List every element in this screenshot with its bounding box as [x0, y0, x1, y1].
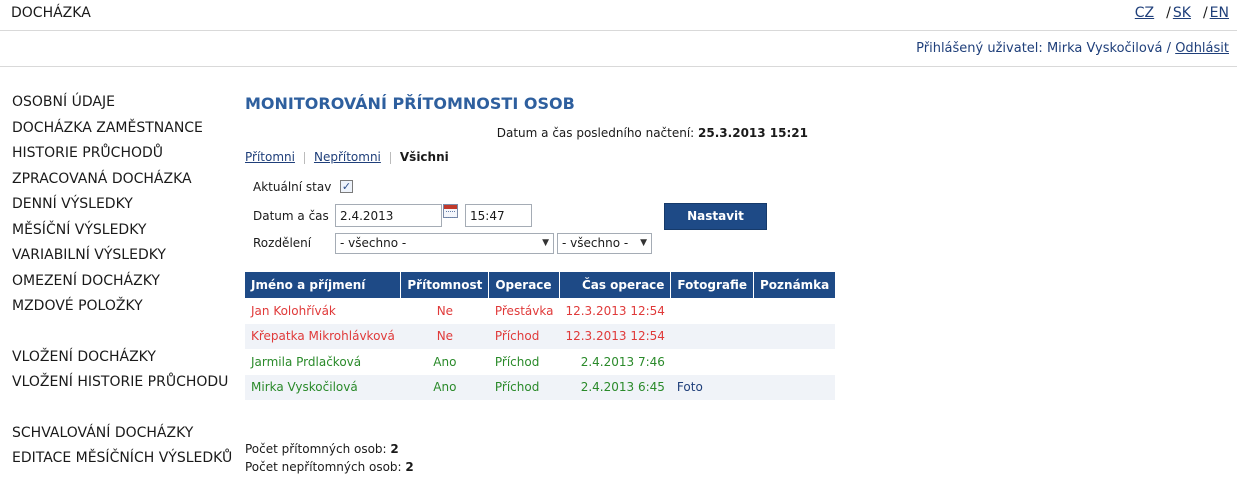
sidebar-item-vlozeni-dochazky[interactable]: VLOŽENÍ DOCHÁZKY [12, 345, 232, 371]
sidebar-item-historie-pruchodu[interactable]: HISTORIE PRŮCHODŮ [12, 141, 232, 167]
cell-photo [671, 349, 754, 375]
sidebar-item-zpracovana-dochazka[interactable]: ZPRACOVANÁ DOCHÁZKA [12, 167, 232, 193]
user-info: Přihlášený uživatel: Mirka Vyskočilová /… [916, 41, 1229, 56]
absent-count-line: Počet nepřítomných osob: 2 [245, 458, 414, 476]
filter-tabs: Přítomni Nepřítomni Všichni [245, 150, 449, 164]
column-header-presence[interactable]: Přítomnost [400, 272, 490, 298]
photo-link[interactable]: Foto [677, 380, 703, 394]
last-load-label: Datum a čas posledního načtení: [496, 126, 695, 140]
user-label: Přihlášený uživatel: [916, 41, 1043, 56]
sidebar-item-editace-mesicnich-vysledku[interactable]: EDITACE MĚSÍČNÍCH VÝSLEDKŮ [12, 446, 232, 472]
sidebar-nav: OSOBNÍ ÚDAJE DOCHÁZKA ZAMĚSTNANCE HISTOR… [12, 90, 232, 472]
page-title: MONITOROVÁNÍ PŘÍTOMNOSTI OSOB [245, 94, 575, 113]
presence-table: Jméno a příjmení Přítomnost Operace Čas … [245, 272, 836, 400]
cell-operation: Příchod [488, 323, 560, 349]
tab-pritomni[interactable]: Přítomni [245, 150, 295, 164]
cell-name: Křepatka Mikrohlávková [245, 323, 401, 349]
table-header-row: Jméno a příjmení Přítomnost Operace Čas … [245, 272, 836, 298]
time-input[interactable] [465, 204, 532, 227]
present-count-value: 2 [390, 442, 399, 456]
current-state-label: Aktuální stav [253, 180, 332, 194]
sidebar-item-mesicni-vysledky[interactable]: MĚSÍČNÍ VÝSLEDKY [12, 218, 232, 244]
table-row[interactable]: Jarmila Prdlačková Ano Příchod 2.4.2013 … [245, 349, 835, 375]
sidebar-item-mzdove-polozky[interactable]: MZDOVÉ POLOŽKY [12, 294, 232, 320]
column-header-photo[interactable]: Fotografie [670, 272, 754, 298]
sidebar-item-schvalovani-dochazky[interactable]: SCHVALOVÁNÍ DOCHÁZKY [12, 421, 232, 447]
user-bar: Přihlášený uživatel: Mirka Vyskočilová /… [0, 31, 1237, 67]
cell-name: Jan Kolohřívák [251, 303, 336, 318]
cell-photo [670, 323, 754, 349]
cell-photo: Foto [670, 374, 754, 400]
cell-time: 2.4.2013 6:45 [559, 374, 671, 400]
date-input[interactable] [335, 204, 442, 227]
column-header-operation[interactable]: Operace [488, 272, 560, 298]
table-row[interactable]: Křepatka Mikrohlávková Ne Příchod 12.3.2… [245, 323, 836, 349]
division-select-1[interactable]: - všechno - ▼ [335, 233, 554, 254]
lang-cz-link[interactable]: CZ [1135, 5, 1154, 21]
sidebar-item-osobni-udaje[interactable]: OSOBNÍ ÚDAJE [12, 90, 232, 116]
lang-en-link[interactable]: EN [1210, 5, 1229, 21]
calendar-icon[interactable] [443, 204, 458, 218]
sidebar-item-denni-vysledky[interactable]: DENNÍ VÝSLEDKY [12, 192, 232, 218]
present-count-line: Počet přítomných osob: 2 [245, 440, 414, 458]
tab-divider [303, 151, 305, 164]
division-select-1-value: - všechno - [340, 236, 407, 250]
cell-name: Jarmila Prdlačková [251, 354, 362, 369]
cell-time: 12.3.2013 12:54 [565, 303, 665, 318]
cell-note [754, 298, 836, 324]
lang-separator: / [1166, 5, 1171, 21]
cell-presence: Ano [400, 374, 489, 400]
language-switcher: CZ / SK / EN [1135, 5, 1229, 21]
sidebar-item-variabilni-vysledky[interactable]: VARIABILNÍ VÝSLEDKY [12, 243, 232, 269]
current-state-checkbox[interactable]: ✓ [340, 180, 353, 193]
division-select-2-value: - všechno - [562, 236, 629, 250]
sidebar-item-omezeni-dochazky[interactable]: OMEZENÍ DOCHÁZKY [12, 269, 232, 295]
table-row[interactable]: Jan Kolohřívák Ne Přestávka 12.3.2013 12… [245, 298, 835, 324]
app-title: DOCHÁZKA [11, 5, 91, 21]
user-name: Mirka Vyskočilová [1046, 41, 1163, 56]
division-select-2[interactable]: - všechno - ▼ [557, 233, 652, 254]
last-load-info: Datum a čas posledního načtení: 25.3.201… [497, 126, 808, 140]
column-header-time[interactable]: Čas operace [559, 272, 672, 298]
chevron-down-icon: ▼ [542, 238, 549, 248]
column-header-name[interactable]: Jméno a příjmení [245, 272, 402, 298]
tab-nepritomni[interactable]: Nepřítomni [314, 150, 381, 164]
column-header-note[interactable]: Poznámka [753, 272, 836, 298]
cell-presence: Ne [436, 303, 454, 318]
summary: Počet přítomných osob: 2 Počet nepřítomn… [245, 440, 414, 476]
cell-photo [671, 298, 754, 324]
cell-note [753, 374, 836, 400]
lang-separator: / [1202, 5, 1208, 21]
tab-divider [389, 151, 391, 164]
lang-sk-link[interactable]: SK [1173, 5, 1191, 21]
cell-operation: Příchod [494, 354, 540, 369]
logout-link[interactable]: Odhlásit [1175, 41, 1229, 56]
absent-count-label: Počet nepřítomných osob: [245, 460, 402, 474]
sidebar-item-dochazka-zamestnance[interactable]: DOCHÁZKA ZAMĚSTNANCE [12, 116, 232, 142]
sidebar-item-vlozeni-historie-pruchodu[interactable]: VLOŽENÍ HISTORIE PRŮCHODU [12, 370, 232, 396]
tab-vsichni[interactable]: Všichni [400, 150, 449, 164]
datetime-label: Datum a čas [253, 209, 329, 223]
cell-time: 2.4.2013 7:46 [580, 354, 665, 369]
cell-presence: Ne [400, 323, 489, 349]
chevron-down-icon: ▼ [640, 238, 647, 248]
table-row[interactable]: Mirka Vyskočilová Ano Příchod 2.4.2013 6… [245, 374, 836, 400]
cell-presence: Ano [433, 354, 457, 369]
set-button[interactable]: Nastavit [664, 203, 767, 230]
user-separator: / [1166, 41, 1172, 56]
absent-count-value: 2 [405, 460, 414, 474]
cell-note [753, 323, 836, 349]
cell-time: 12.3.2013 12:54 [559, 323, 671, 349]
cell-name: Mirka Vyskočilová [245, 374, 401, 400]
checkmark-icon: ✓ [341, 180, 352, 193]
cell-operation: Příchod [488, 374, 560, 400]
top-bar: DOCHÁZKA CZ / SK / EN [0, 0, 1237, 31]
cell-note [754, 349, 836, 375]
cell-operation: Přestávka [494, 303, 554, 318]
division-label: Rozdělení [253, 236, 312, 250]
present-count-label: Počet přítomných osob: [245, 442, 387, 456]
last-load-value: 25.3.2013 15:21 [698, 126, 808, 140]
